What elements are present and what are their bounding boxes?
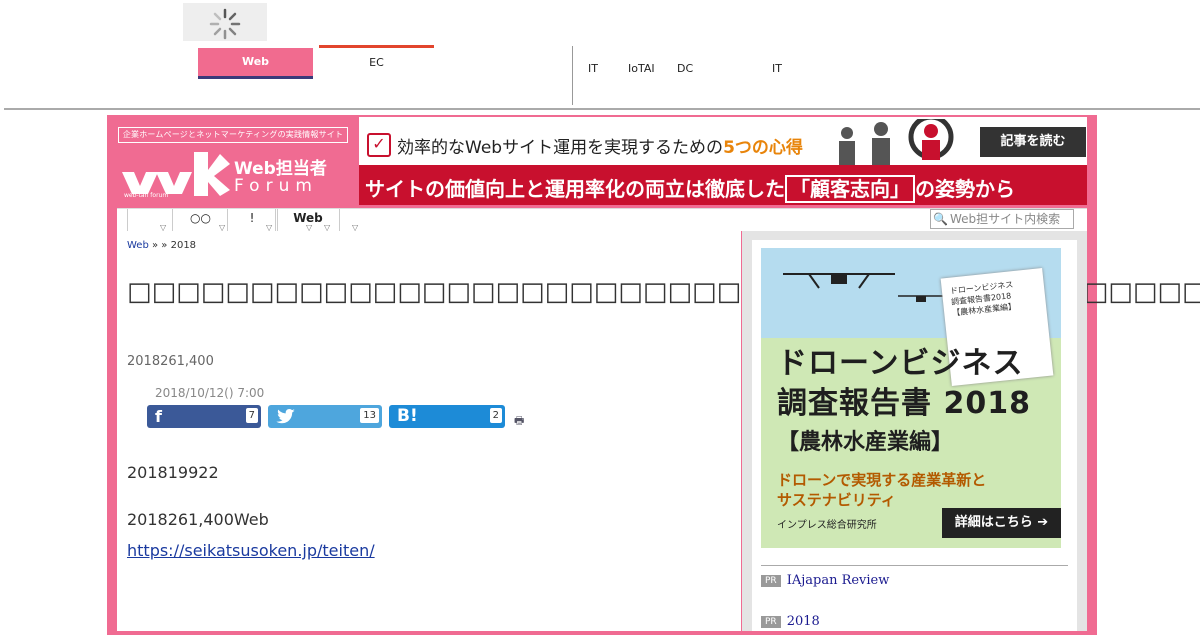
nav-link-dc[interactable]: DC: [677, 62, 693, 75]
article-date: 2018/10/12() 7:00: [155, 386, 265, 400]
category-label: !: [249, 211, 255, 225]
twitter-share-button[interactable]: 13: [268, 405, 382, 428]
ad-title-line: ドローンビジネス: [777, 346, 1024, 381]
site-tagline: 企業ホームページとネットマーケティングの実践情報サイト: [118, 127, 348, 143]
category-label: Web: [293, 211, 323, 225]
twitter-icon: [276, 409, 295, 424]
drone-small-icon: [898, 295, 944, 302]
source-link[interactable]: https://seikatsusoken.jp/teiten/: [127, 541, 375, 560]
logo-subtext: web-tan forum: [124, 192, 169, 199]
tab-ec[interactable]: EC: [319, 45, 434, 76]
category-item-1[interactable]: ▽: [127, 209, 173, 232]
spinner-icon: [209, 8, 241, 40]
site-search-input[interactable]: 🔍 Web担サイト内検索: [930, 209, 1074, 229]
pr-link[interactable]: PR 2018: [761, 614, 820, 629]
ad-title-line: 調査報告書 2018: [777, 386, 1031, 421]
search-placeholder: Web担サイト内検索: [949, 212, 1061, 226]
category-item-2[interactable]: ○○ ▽: [172, 209, 228, 232]
ad-publisher: インプレス総合研究所: [777, 520, 877, 531]
hatena-bookmark-button[interactable]: B! 2: [389, 405, 505, 428]
header-banner-ad[interactable]: ✓ 効率的なWebサイト運用を実現するための5つの心得 記事を読む サイトの価値…: [359, 117, 1087, 205]
ad-tagline-line: サステナビリティ: [777, 491, 896, 509]
ad-tagline: ドローンで実現する産業革新と サステナビリティ: [777, 470, 986, 510]
facebook-share-count: 7: [245, 408, 258, 423]
category-item-6[interactable]: ▽: [339, 209, 368, 232]
category-item-3[interactable]: ! ▽: [227, 209, 276, 232]
ad-details-button[interactable]: 詳細はこちら ➔: [942, 508, 1061, 538]
hatena-bookmark-icon: B!: [397, 406, 418, 426]
tab-web[interactable]: Web: [198, 48, 313, 79]
site-logo[interactable]: 企業ホームページとネットマーケティングの実践情報サイト Web担当者 Forum…: [114, 120, 354, 206]
nav-link-it[interactable]: IT: [588, 62, 598, 75]
people-magnifier-icon: [839, 119, 954, 165]
pr-badge: PR: [761, 615, 781, 628]
pr-badge: PR: [761, 574, 781, 587]
article-paragraph: 201819922: [127, 463, 219, 482]
drone-icon: [783, 273, 895, 289]
banner-tagline-highlight: 「顧客志向」: [785, 175, 915, 203]
breadcrumb-separator: »: [161, 240, 171, 251]
article-lead: 2018261,400: [127, 354, 214, 369]
breadcrumb-current: 2018: [170, 240, 197, 251]
logo-forum: Forum: [234, 176, 318, 196]
sidebar-ad-banner[interactable]: ドローンビジネス 調査報告書2018 【農林水産業編】 ドローンビジネス 調査報…: [761, 248, 1061, 548]
sidebar-panel: ドローンビジネス 調査報告書2018 【農林水産業編】 ドローンビジネス 調査報…: [752, 240, 1077, 631]
category-nav: ▽ ○○ ▽ ! ▽ ▽ Web ▽ ▽ 🔍 Web担サイト内検索: [117, 208, 1087, 232]
pr-link-text: 2018: [786, 614, 820, 629]
article-title: □□□□□□□□□□□□□□□□□□□□□□□□□□□□□□□□□□2018□□…: [127, 277, 1200, 307]
ad-subtitle: 【農林水産業編】: [777, 430, 954, 455]
ad-tagline-line: ドローンで実現する産業革新と: [777, 471, 987, 489]
checkbox-icon: ✓: [367, 133, 391, 157]
article-main: Web » » 2018 □□□□□□□□□□□□□□□□□□□□□□□□□□□…: [117, 231, 1200, 631]
nav-link-it-2[interactable]: IT: [772, 62, 782, 75]
hatena-bookmark-count: 2: [489, 408, 502, 423]
facebook-share-button[interactable]: f 7: [147, 405, 261, 428]
read-article-button[interactable]: 記事を読む: [980, 127, 1086, 157]
facebook-icon: f: [155, 407, 162, 426]
nav-link-iotai[interactable]: IoTAI: [628, 62, 655, 75]
pr-link[interactable]: PR IAjapan Review: [761, 573, 889, 588]
article-paragraph: 2018261,400Web: [127, 510, 269, 529]
ad-title: ドローンビジネス 調査報告書 2018: [777, 344, 1031, 424]
logo-mark-icon: [122, 152, 230, 196]
search-icon: 🔍: [933, 212, 948, 226]
banner-tagline-post: の姿勢から: [915, 177, 1015, 201]
banner-tagline: サイトの価値向上と運用率化の両立は徹底した 「顧客志向」 の姿勢から: [365, 173, 1015, 203]
sidebar: ドローンビジネス 調査報告書2018 【農林水産業編】 ドローンビジネス 調査報…: [742, 231, 1087, 631]
sidebar-divider: [761, 565, 1068, 566]
category-label: ○○: [190, 211, 211, 225]
twitter-share-count: 13: [360, 408, 379, 423]
banner-headline-text: 効率的なWebサイト運用を実現するための: [397, 138, 724, 158]
pr-link-text: IAjapan Review: [786, 573, 890, 588]
header-divider: [572, 46, 573, 105]
banner-headline-highlight: 5つの心得: [723, 138, 803, 158]
banner-bottom: サイトの価値向上と運用率化の両立は徹底した 「顧客志向」 の姿勢から: [359, 165, 1087, 205]
banner-top: ✓ 効率的なWebサイト運用を実現するための5つの心得 記事を読む: [359, 117, 1087, 165]
banner-headline: 効率的なWebサイト運用を実現するための5つの心得: [397, 133, 803, 158]
breadcrumb: Web » » 2018: [127, 240, 196, 251]
banner-tagline-pre: サイトの価値向上と運用率化の両立は徹底した: [365, 177, 785, 201]
loading-spinner: [183, 3, 267, 41]
breadcrumb-separator: »: [148, 240, 162, 251]
header-rule: [4, 108, 1200, 110]
print-icon[interactable]: 🖶: [514, 412, 524, 431]
category-item-web[interactable]: Web ▽: [277, 209, 338, 232]
breadcrumb-home-link[interactable]: Web: [127, 240, 149, 251]
